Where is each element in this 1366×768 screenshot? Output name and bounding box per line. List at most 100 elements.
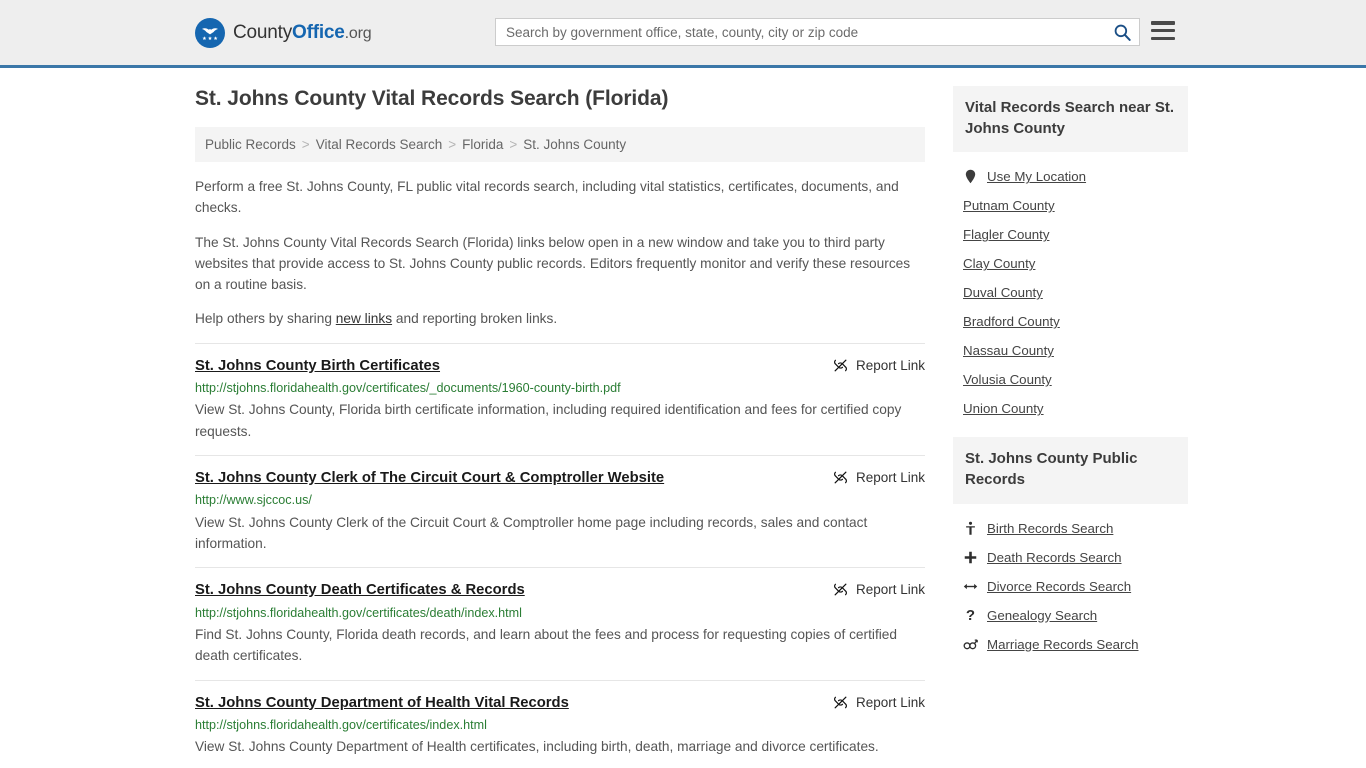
- search-button[interactable]: [1105, 19, 1139, 45]
- sidebar-link-union-county[interactable]: Union County: [963, 401, 1044, 416]
- baby-icon: [963, 521, 978, 536]
- page-title: St. Johns County Vital Records Search (F…: [195, 87, 669, 110]
- logo-text-county: County: [233, 21, 293, 43]
- sidebar-link-flagler-county[interactable]: Flagler County: [963, 227, 1049, 242]
- male-female-icon: [963, 638, 978, 651]
- report-link-label: Report Link: [855, 469, 925, 485]
- report-link-label: Report Link: [855, 357, 925, 373]
- report-link-label: Report Link: [855, 582, 925, 598]
- sidebar-item-union-county[interactable]: Union County: [953, 394, 1188, 423]
- logo-text-office: Office: [292, 21, 345, 43]
- sidebar-item-use-my-location[interactable]: Use My Location: [953, 162, 1188, 191]
- double-arrow-icon: [963, 581, 978, 592]
- broken-chain-icon: [833, 359, 847, 372]
- sidebar-item-divorce-records-search[interactable]: Divorce Records Search: [953, 572, 1188, 601]
- results-list: St. Johns County Birth Certificates Repo…: [195, 342, 925, 768]
- intro-p3-before: Help others by sharing: [195, 311, 336, 327]
- sidebar-nearby-list: Use My Location Putnam County Flagler Co…: [953, 152, 1188, 423]
- sidebar-link-duval-county[interactable]: Duval County: [963, 285, 1043, 300]
- sidebar-panel-public-records: St. Johns County Public Records Birth Re…: [953, 437, 1188, 658]
- result-description: View St. Johns County, Florida birth cer…: [195, 402, 902, 439]
- logo-wordmark: CountyOffice.org: [233, 21, 372, 44]
- result-description: View St. Johns County Department of Heal…: [195, 739, 879, 755]
- sidebar-link-putnam-county[interactable]: Putnam County: [963, 198, 1055, 213]
- search-input[interactable]: [496, 19, 1105, 45]
- sidebar-link-birth-records-search[interactable]: Birth Records Search: [987, 521, 1113, 536]
- sidebar-item-marriage-records-search[interactable]: Marriage Records Search: [953, 630, 1188, 659]
- sidebar-item-nassau-county[interactable]: Nassau County: [953, 336, 1188, 365]
- question-mark-icon: ?: [965, 606, 976, 624]
- result-item: St. Johns County Death Certificates & Re…: [195, 567, 925, 679]
- sidebar-item-flagler-county[interactable]: Flagler County: [953, 220, 1188, 249]
- result-item: St. Johns County Clerk of The Circuit Co…: [195, 454, 925, 567]
- sidebar-link-genealogy-search[interactable]: Genealogy Search: [987, 608, 1097, 623]
- sidebar: Vital Records Search near St. Johns Coun…: [953, 86, 1188, 768]
- sidebar-link-use-my-location[interactable]: Use My Location: [987, 169, 1086, 184]
- sidebar-link-clay-county[interactable]: Clay County: [963, 256, 1035, 271]
- site-header: CountyOffice.org: [0, 0, 1366, 68]
- sidebar-item-clay-county[interactable]: Clay County: [953, 249, 1188, 278]
- result-url[interactable]: http://www.sjccoc.us/: [195, 492, 925, 508]
- broken-chain-icon: [833, 471, 847, 484]
- result-url[interactable]: http://stjohns.floridahealth.gov/certifi…: [195, 605, 925, 621]
- result-title-link[interactable]: St. Johns County Department of Health Vi…: [195, 694, 569, 712]
- sidebar-link-bradford-county[interactable]: Bradford County: [963, 314, 1060, 329]
- report-link-label: Report Link: [855, 694, 925, 710]
- intro-paragraph-2: The St. Johns County Vital Records Searc…: [195, 234, 911, 293]
- sidebar-link-divorce-records-search[interactable]: Divorce Records Search: [987, 579, 1131, 594]
- result-url[interactable]: http://stjohns.floridahealth.gov/certifi…: [195, 717, 925, 733]
- hamburger-bar: [1151, 36, 1175, 40]
- breadcrumb-item-florida[interactable]: Florida: [462, 137, 503, 152]
- page-body: St. Johns County Vital Records Search (F…: [0, 68, 1366, 768]
- broken-chain-icon: [833, 583, 847, 596]
- breadcrumb-separator: >: [509, 137, 518, 153]
- breadcrumb-item-vital-records-search[interactable]: Vital Records Search: [316, 137, 443, 152]
- sidebar-item-genealogy-search[interactable]: ? Genealogy Search: [953, 601, 1188, 630]
- intro-p3-after: and reporting broken links.: [392, 311, 558, 327]
- sidebar-link-nassau-county[interactable]: Nassau County: [963, 343, 1054, 358]
- magnifier-icon: [1114, 24, 1131, 41]
- breadcrumb-separator: >: [301, 137, 310, 153]
- sidebar-item-death-records-search[interactable]: Death Records Search: [953, 543, 1188, 572]
- main-content: St. Johns County Vital Records Search (F…: [195, 86, 925, 768]
- report-link-button[interactable]: Report Link: [833, 469, 925, 485]
- result-title-link[interactable]: St. Johns County Clerk of The Circuit Co…: [195, 469, 664, 487]
- result-description: Find St. Johns County, Florida death rec…: [195, 627, 898, 664]
- search-bar[interactable]: [495, 18, 1140, 46]
- intro-paragraph-1: Perform a free St. Johns County, FL publ…: [195, 179, 899, 216]
- result-item: St. Johns County Department of Health Vi…: [195, 679, 925, 768]
- intro-section: Perform a free St. Johns County, FL publ…: [195, 176, 925, 329]
- breadcrumb-item-public-records[interactable]: Public Records: [205, 137, 296, 152]
- site-logo[interactable]: CountyOffice.org: [195, 17, 372, 48]
- sidebar-link-death-records-search[interactable]: Death Records Search: [987, 550, 1122, 565]
- result-header: St. Johns County Birth Certificates Repo…: [195, 357, 925, 375]
- sidebar-public-records-list: Birth Records Search Death Records Searc…: [953, 504, 1188, 659]
- result-title-link[interactable]: St. Johns County Birth Certificates: [195, 357, 440, 375]
- sidebar-item-duval-county[interactable]: Duval County: [953, 278, 1188, 307]
- sidebar-item-birth-records-search[interactable]: Birth Records Search: [953, 514, 1188, 543]
- sidebar-nearby-heading: Vital Records Search near St. Johns Coun…: [953, 86, 1188, 153]
- sidebar-public-records-heading: St. Johns County Public Records: [953, 437, 1188, 504]
- result-header: St. Johns County Department of Health Vi…: [195, 694, 925, 712]
- report-link-button[interactable]: Report Link: [833, 581, 925, 597]
- broken-chain-icon: [833, 696, 847, 708]
- report-link-button[interactable]: Report Link: [833, 694, 925, 710]
- report-link-button[interactable]: Report Link: [833, 357, 925, 373]
- result-item: St. Johns County Birth Certificates Repo…: [195, 342, 925, 455]
- result-header: St. Johns County Clerk of The Circuit Co…: [195, 469, 925, 487]
- breadcrumb-separator: >: [448, 137, 457, 153]
- sidebar-link-volusia-county[interactable]: Volusia County: [963, 372, 1052, 387]
- sidebar-item-bradford-county[interactable]: Bradford County: [953, 307, 1188, 336]
- result-header: St. Johns County Death Certificates & Re…: [195, 581, 925, 599]
- sidebar-link-marriage-records-search[interactable]: Marriage Records Search: [987, 637, 1139, 652]
- sidebar-panel-nearby: Vital Records Search near St. Johns Coun…: [953, 86, 1188, 423]
- sidebar-item-putnam-county[interactable]: Putnam County: [953, 191, 1188, 220]
- hamburger-menu-icon[interactable]: [1151, 21, 1175, 40]
- new-links-link[interactable]: new links: [336, 311, 392, 326]
- result-title-link[interactable]: St. Johns County Death Certificates & Re…: [195, 581, 525, 599]
- eagle-seal-icon: [195, 17, 225, 48]
- sidebar-item-volusia-county[interactable]: Volusia County: [953, 365, 1188, 394]
- result-url[interactable]: http://stjohns.floridahealth.gov/certifi…: [195, 380, 925, 396]
- breadcrumb: Public Records > Vital Records Search > Flor…: [195, 127, 925, 163]
- hamburger-bar: [1151, 21, 1175, 25]
